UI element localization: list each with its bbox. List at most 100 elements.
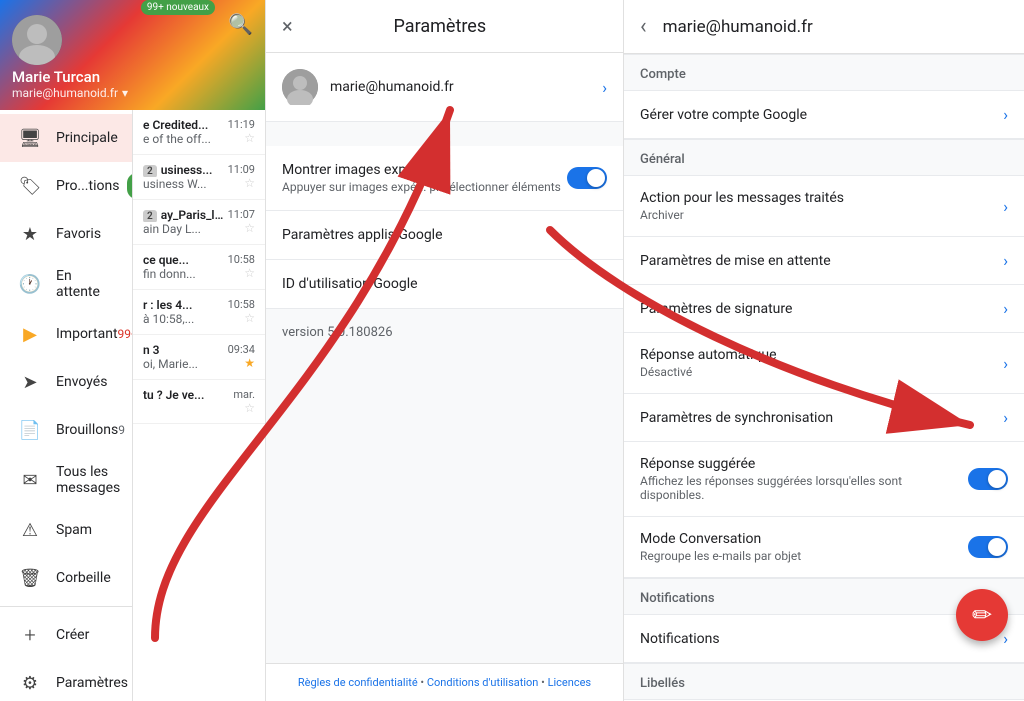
account-chevron-icon: › <box>602 78 607 97</box>
images-expediteur-title: Montrer images expéditeur <box>282 162 567 178</box>
sidebar-item-spam[interactable]: ⚠ Spam <box>0 506 132 554</box>
close-button[interactable]: × <box>282 14 293 38</box>
images-expediteur-row[interactable]: Montrer images expéditeur Appuyer sur im… <box>266 146 623 211</box>
email-item[interactable]: ce que... fin donn... 10:58 ☆ <box>133 245 265 290</box>
gerer-compte-chevron-icon: › <box>1003 105 1008 124</box>
synchro-chevron-icon: › <box>1003 408 1008 427</box>
images-expediteur-subtitle: Appuyer sur images expéd. pr sélectionne… <box>282 180 567 194</box>
mode-conversation-title: Mode Conversation <box>640 531 968 547</box>
sidebar-item-label: Brouillons <box>56 422 118 438</box>
account-row[interactable]: marie@humanoid.fr › <box>266 53 623 122</box>
signature-row[interactable]: Paramètres de signature › <box>624 285 1024 333</box>
email-item[interactable]: n 3 oi, Marie... 09:34 ★ <box>133 335 265 380</box>
sidebar-item-envoyes[interactable]: ➤ Envoyés <box>0 358 132 406</box>
general-section-header: Général <box>624 139 1024 176</box>
synchro-title: Paramètres de synchronisation <box>640 410 1003 426</box>
back-button[interactable]: ‹ <box>640 14 647 39</box>
sidebar-item-label: Favoris <box>56 226 116 242</box>
new-badge: 99+ nouveaux <box>141 0 215 15</box>
sidebar-item-principale[interactable]: 🖥 Principale <box>0 114 132 162</box>
user-info: Marie Turcan marie@humanoid.fr ▾ <box>12 68 253 100</box>
sidebar-item-label: Principale <box>56 130 118 146</box>
search-icon[interactable]: 🔍 <box>228 12 253 36</box>
parametres-applis-row[interactable]: Paramètres applis Google <box>266 211 623 260</box>
sidebar-item-label: Spam <box>56 522 116 538</box>
reponse-suggeree-content: Réponse suggérée Affichez les réponses s… <box>640 456 968 502</box>
parametres-applis-title: Paramètres applis Google <box>282 227 607 243</box>
user-name: Marie Turcan <box>12 68 253 86</box>
sidebar-item-label: Important <box>56 326 118 342</box>
en-attente-icon: 🕐 <box>16 270 44 298</box>
promotions-icon: 🏷 <box>16 172 44 200</box>
notifications-title: Notifications <box>640 631 1003 647</box>
sidebar-item-label: Paramètres <box>56 675 128 691</box>
privacy-link[interactable]: Règles de confidentialité <box>298 676 418 689</box>
version-text: version 5.0.180826 <box>266 309 623 356</box>
email-item[interactable]: r : les 4... à 10:58,... 10:58 ☆ <box>133 290 265 335</box>
sidebar-item-label: En attente <box>56 268 116 300</box>
mise-en-attente-row[interactable]: Paramètres de mise en attente › <box>624 237 1024 285</box>
spam-icon: ⚠ <box>16 516 44 544</box>
email-item[interactable]: e Credited... e of the off... 11:19 ☆ <box>133 110 265 155</box>
sidebar-item-label: Pro...tions <box>56 178 119 194</box>
reponse-auto-content: Réponse automatique Désactivé <box>640 347 1003 379</box>
id-utilisation-content: ID d'utilisation Google <box>282 276 607 292</box>
parametres-icon: ⚙ <box>16 669 44 697</box>
favoris-icon: ★ <box>16 220 44 248</box>
licenses-link[interactable]: Licences <box>548 676 592 689</box>
brouillons-count: 9 <box>118 423 125 437</box>
action-messages-row[interactable]: Action pour les messages traités Archive… <box>624 176 1024 237</box>
libelles-section-header: Libellés <box>624 663 1024 700</box>
terms-link[interactable]: Conditions d'utilisation <box>427 676 539 689</box>
sidebar-item-important[interactable]: ▶ Important 99+ <box>0 310 132 358</box>
sidebar-item-en-attente[interactable]: 🕐 En attente <box>0 258 132 310</box>
notifications-header-text: Notifications <box>640 591 715 606</box>
settings-footer: Règles de confidentialité • Conditions d… <box>266 663 623 701</box>
signature-chevron-icon: › <box>1003 299 1008 318</box>
gerer-compte-content: Gérer votre compte Google <box>640 107 1003 123</box>
sidebar-item-label: Tous les messages <box>56 464 120 496</box>
parametres-applis-content: Paramètres applis Google <box>282 227 607 243</box>
sidebar-item-corbeille[interactable]: 🗑 Corbeille <box>0 554 132 602</box>
mode-conversation-subtitle: Regroupe les e-mails par objet <box>640 549 968 563</box>
sidebar-item-creer[interactable]: + Créer <box>0 611 132 659</box>
sidebar-item-label: Créer <box>56 627 116 643</box>
mode-conversation-toggle[interactable] <box>968 536 1008 558</box>
brouillons-icon: 📄 <box>16 416 44 444</box>
reponse-suggeree-title: Réponse suggérée <box>640 456 968 472</box>
sidebar-item-promotions[interactable]: 🏷 Pro...tions 99+ nouveaux <box>0 162 132 210</box>
avatar-image <box>12 15 62 65</box>
reponse-suggeree-subtitle: Affichez les réponses suggérées lorsqu'e… <box>640 474 968 502</box>
sidebar-item-tous-messages[interactable]: ✉ Tous les messages <box>0 454 132 506</box>
id-utilisation-row[interactable]: ID d'utilisation Google <box>266 260 623 309</box>
action-messages-content: Action pour les messages traités Archive… <box>640 190 1003 222</box>
sidebar: 🔍 Marie Turcan marie@humanoid.fr ▾ 99+ n… <box>0 0 265 701</box>
email-item[interactable]: 2usiness... usiness W... 11:09 ☆ <box>133 155 265 200</box>
right-panel-header: ‹ marie@humanoid.fr <box>624 0 1024 54</box>
reponse-suggeree-row[interactable]: Réponse suggérée Affichez les réponses s… <box>624 442 1024 517</box>
mode-conversation-row[interactable]: Mode Conversation Regroupe les e-mails p… <box>624 517 1024 578</box>
account-email: marie@humanoid.fr <box>330 79 602 95</box>
sidebar-item-parametres[interactable]: ⚙ Paramètres <box>0 659 132 701</box>
synchro-row[interactable]: Paramètres de synchronisation › <box>624 394 1024 442</box>
sidebar-nav: 🖥 Principale 🏷 Pro...tions 99+ nouveaux … <box>0 110 133 701</box>
gerer-compte-row[interactable]: Gérer votre compte Google › <box>624 91 1024 139</box>
sidebar-item-brouillons[interactable]: 📄 Brouillons 9 <box>0 406 132 454</box>
middle-panel: × Paramètres marie@humanoid.fr › Montrer… <box>265 0 624 701</box>
images-expediteur-toggle[interactable] <box>567 167 607 189</box>
synchro-content: Paramètres de synchronisation <box>640 410 1003 426</box>
email-item[interactable]: 2ay_Paris_l... ain Day L... 11:07 ☆ <box>133 200 265 245</box>
reponse-auto-row[interactable]: Réponse automatique Désactivé › <box>624 333 1024 394</box>
notifications-chevron-icon: › <box>1003 629 1008 648</box>
reponse-auto-title: Réponse automatique <box>640 347 1003 363</box>
sidebar-header: 🔍 Marie Turcan marie@humanoid.fr ▾ 99+ n… <box>0 0 265 110</box>
sidebar-item-favoris[interactable]: ★ Favoris <box>0 210 132 258</box>
sidebar-item-label: Envoyés <box>56 374 116 390</box>
compte-section-header: Compte <box>624 54 1024 91</box>
reponse-suggeree-toggle[interactable] <box>968 468 1008 490</box>
libelles-header-text: Libellés <box>640 676 685 691</box>
principale-icon: 🖥 <box>16 124 44 152</box>
email-item[interactable]: tu ? Je ve... mar. ☆ <box>133 380 265 424</box>
user-email: marie@humanoid.fr ▾ <box>12 86 253 100</box>
signature-title: Paramètres de signature <box>640 301 1003 317</box>
